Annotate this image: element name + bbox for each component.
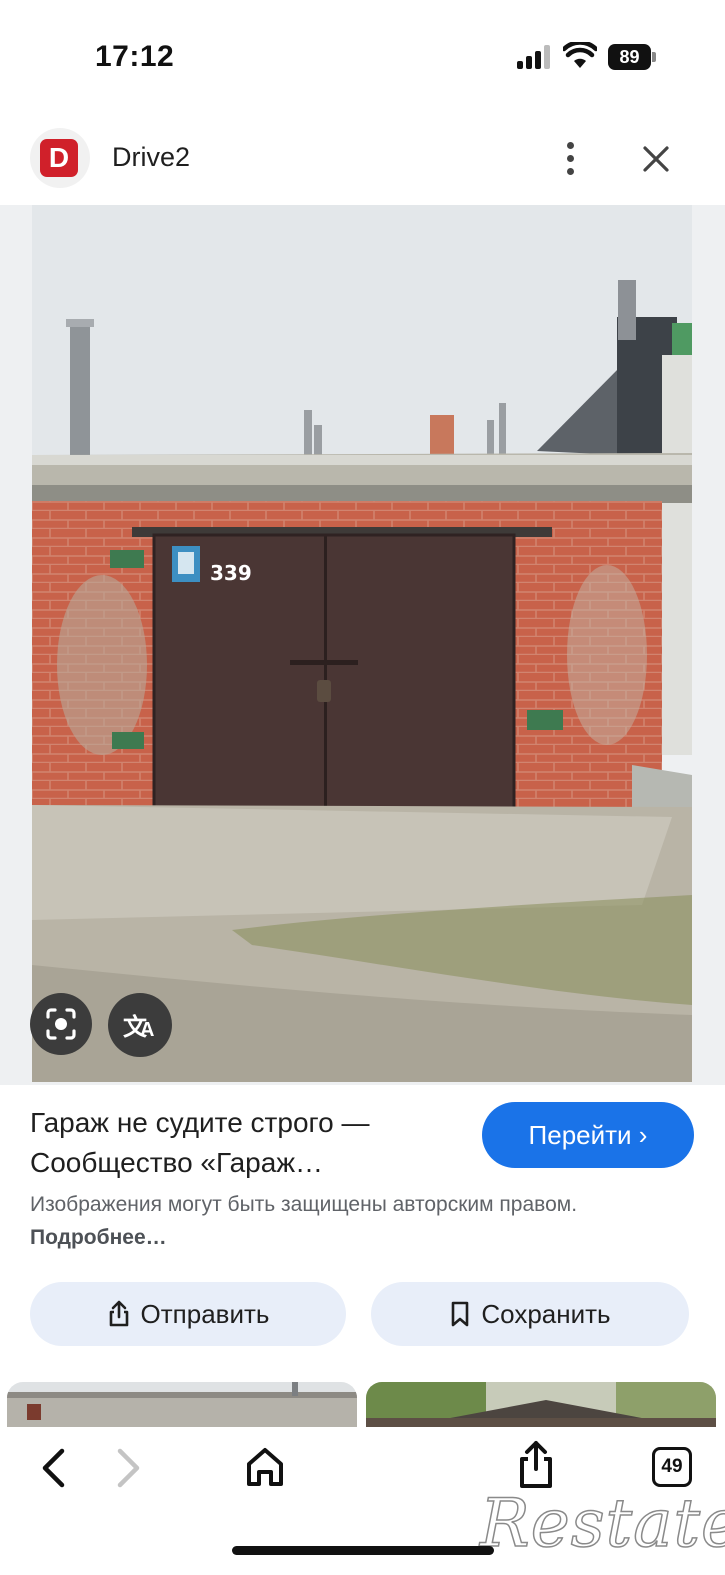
battery-level: 89 bbox=[608, 44, 651, 70]
copyright-notice: Изображения могут быть защищены авторски… bbox=[30, 1188, 670, 1254]
save-button[interactable]: Сохранить bbox=[371, 1282, 689, 1346]
door-number: 339 bbox=[210, 561, 252, 585]
source-name[interactable]: Drive2 bbox=[112, 142, 190, 173]
camera-lens-icon bbox=[46, 1008, 76, 1040]
garage-photo[interactable]: 339 bbox=[32, 205, 692, 1082]
save-label: Сохранить bbox=[481, 1298, 611, 1329]
cellular-signal-icon bbox=[517, 45, 551, 69]
wifi-icon bbox=[563, 42, 597, 68]
more-options-icon[interactable] bbox=[555, 140, 585, 178]
related-image-thumbnail[interactable] bbox=[366, 1382, 716, 1430]
learn-more-link[interactable]: Подробнее… bbox=[30, 1226, 167, 1249]
visit-button[interactable]: Перейти › bbox=[482, 1102, 694, 1168]
back-icon[interactable] bbox=[36, 1447, 70, 1489]
result-title[interactable]: Гараж не судите строго — Сообщество «Гар… bbox=[30, 1103, 460, 1183]
forward-icon[interactable] bbox=[112, 1447, 146, 1489]
copyright-text: Изображения могут быть защищены авторски… bbox=[30, 1193, 578, 1216]
battery-icon: 89 bbox=[608, 44, 656, 70]
share-label: Отправить bbox=[140, 1298, 270, 1329]
close-icon[interactable] bbox=[637, 140, 675, 178]
source-header: D Drive2 bbox=[0, 120, 725, 198]
source-logo[interactable]: D bbox=[30, 128, 90, 188]
share-icon bbox=[109, 1300, 128, 1327]
translate-button[interactable]: 文 A bbox=[108, 993, 172, 1057]
image-viewer: 339 文 A bbox=[0, 205, 725, 1085]
related-image-thumbnail[interactable] bbox=[7, 1382, 357, 1430]
tabs-count-button[interactable]: 49 bbox=[652, 1447, 692, 1487]
bookmark-icon bbox=[452, 1301, 469, 1327]
status-bar: 17:12 89 bbox=[0, 0, 725, 110]
watermark: Restate bbox=[479, 1484, 725, 1563]
share-page-icon[interactable] bbox=[514, 1439, 558, 1491]
lens-search-button[interactable] bbox=[30, 993, 92, 1055]
browser-toolbar: 49 Restate bbox=[0, 1427, 725, 1575]
home-indicator[interactable] bbox=[232, 1546, 494, 1555]
share-button[interactable]: Отправить bbox=[30, 1282, 346, 1346]
status-time: 17:12 bbox=[95, 40, 175, 73]
home-icon[interactable] bbox=[244, 1445, 286, 1489]
source-logo-letter: D bbox=[40, 139, 78, 177]
